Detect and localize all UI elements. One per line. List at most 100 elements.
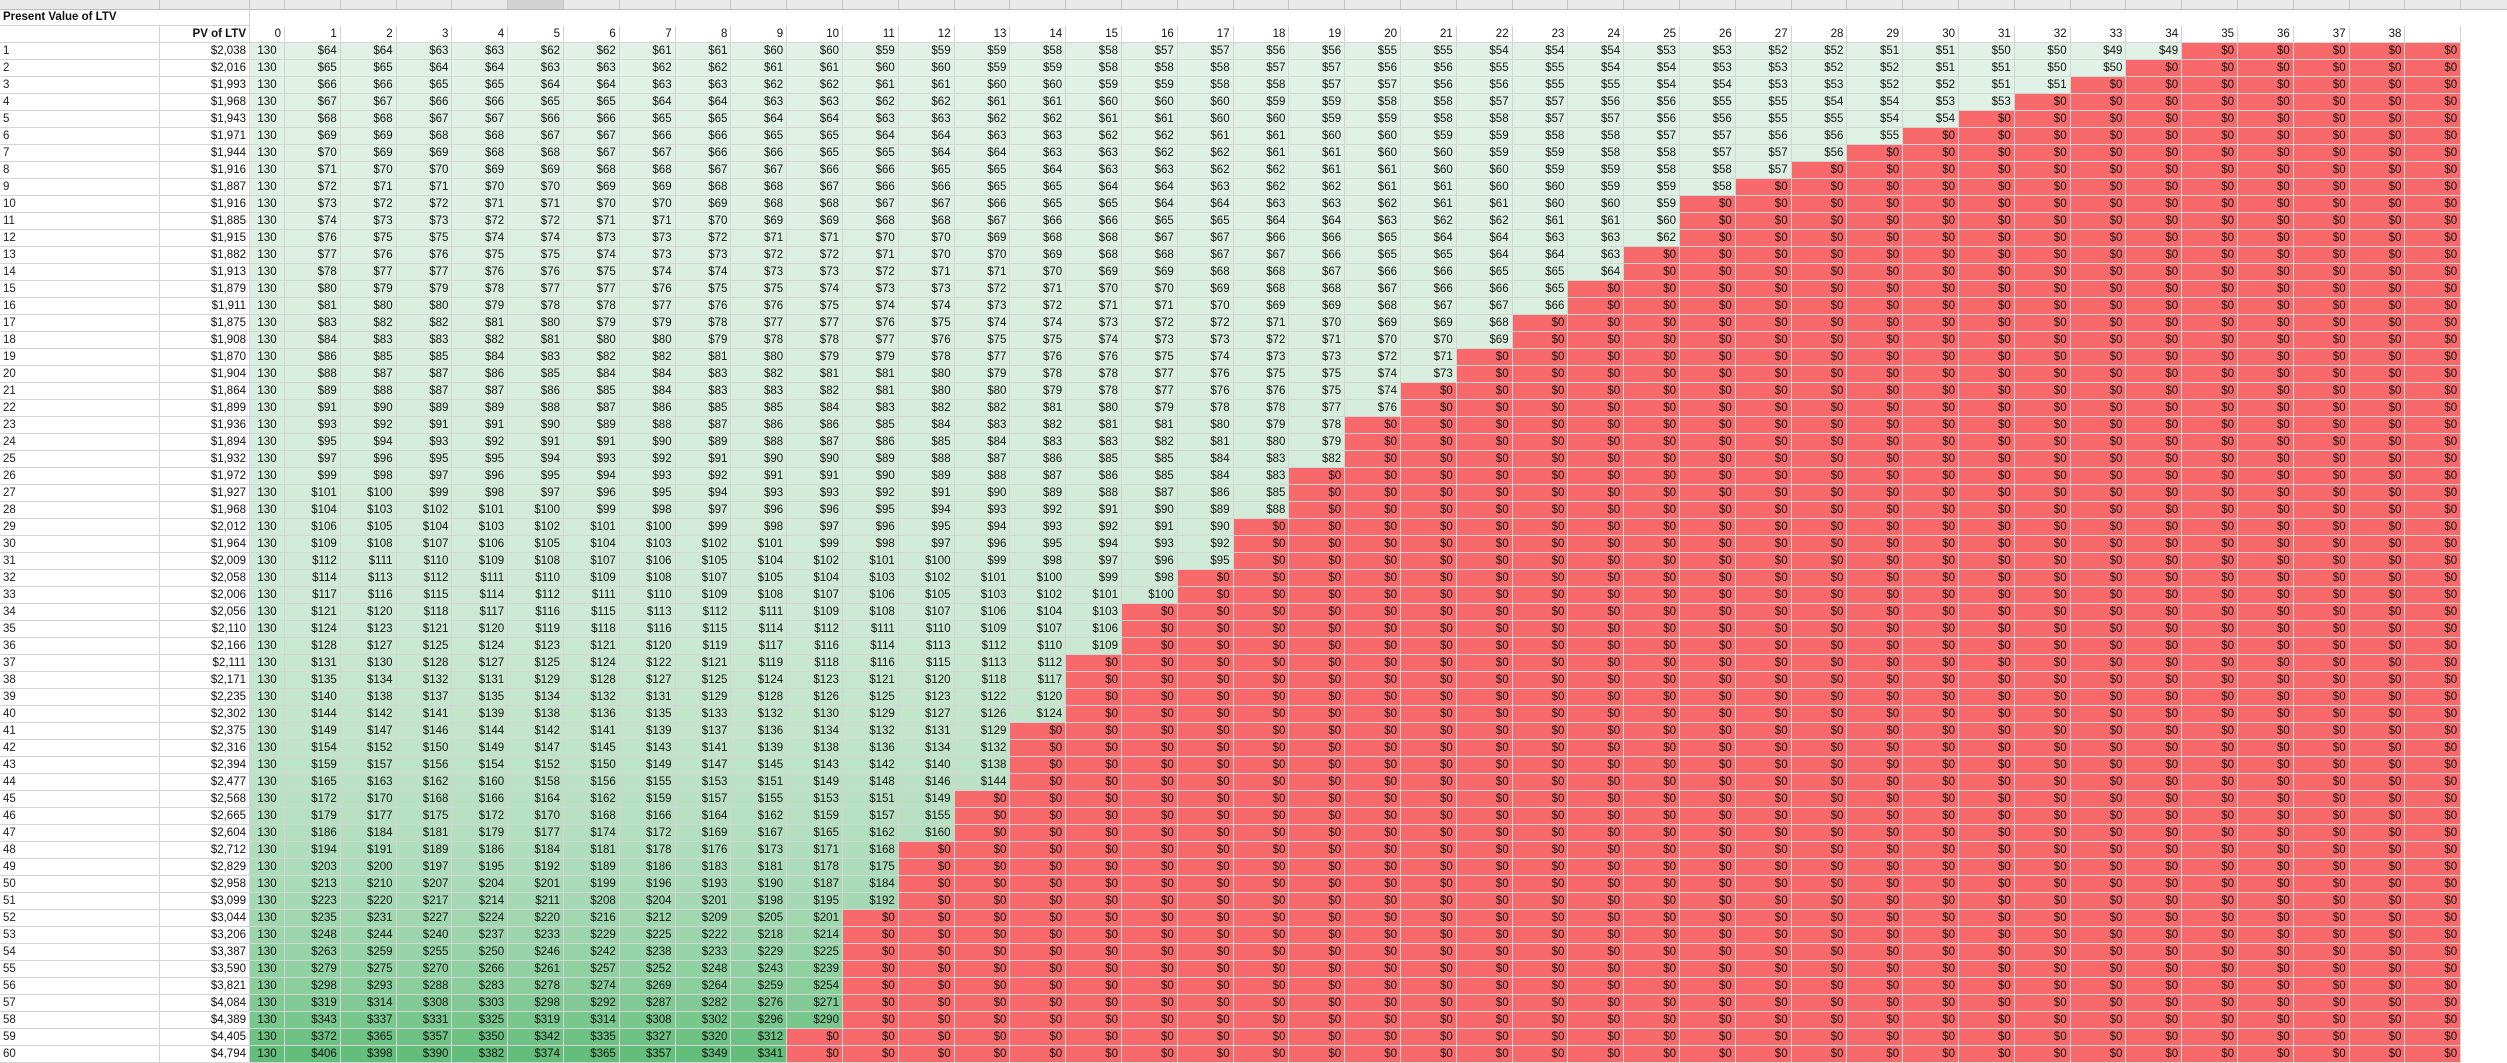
ltv-cell[interactable]: $59 bbox=[954, 60, 1011, 77]
base-value-cell[interactable]: 130 bbox=[250, 43, 285, 60]
ltv-cell[interactable]: $0 bbox=[2126, 247, 2183, 264]
ltv-cell[interactable]: $150 bbox=[564, 757, 620, 774]
ltv-cell[interactable]: $0 bbox=[954, 859, 1011, 876]
ltv-cell[interactable]: $62 bbox=[1010, 111, 1067, 128]
ltv-cell[interactable]: $0 bbox=[2293, 383, 2350, 400]
ltv-cell[interactable]: $0 bbox=[1177, 910, 1234, 927]
ltv-cell[interactable]: $103 bbox=[619, 536, 676, 553]
ltv-cell[interactable]: $177 bbox=[508, 825, 564, 842]
ltv-cell[interactable]: $0 bbox=[1568, 706, 1625, 723]
month-header[interactable]: 30 bbox=[1903, 26, 1959, 43]
row-number[interactable]: 53 bbox=[0, 927, 160, 944]
ltv-cell[interactable]: $97 bbox=[787, 519, 843, 536]
ltv-cell[interactable]: $78 bbox=[285, 264, 341, 281]
ltv-cell[interactable]: $0 bbox=[1401, 774, 1457, 791]
ltv-cell[interactable]: $58 bbox=[1568, 145, 1625, 162]
ltv-cell[interactable]: $103 bbox=[843, 570, 899, 587]
ltv-cell[interactable]: $86 bbox=[1177, 485, 1234, 502]
ltv-cell[interactable]: $227 bbox=[396, 910, 453, 927]
ltv-cell[interactable]: $0 bbox=[1680, 757, 1736, 774]
ltv-cell[interactable]: $0 bbox=[1456, 689, 1513, 706]
ltv-cell[interactable]: $0 bbox=[1345, 893, 1401, 910]
ltv-cell[interactable]: $57 bbox=[1568, 111, 1625, 128]
column-header[interactable] bbox=[1568, 0, 1625, 9]
ltv-cell[interactable]: $149 bbox=[787, 774, 843, 791]
row-number[interactable]: 45 bbox=[0, 791, 160, 808]
ltv-cell[interactable]: $112 bbox=[1010, 655, 1067, 672]
ltv-cell[interactable]: $0 bbox=[1345, 723, 1401, 740]
ltv-cell[interactable]: $0 bbox=[2238, 910, 2294, 927]
ltv-cell[interactable]: $141 bbox=[675, 740, 732, 757]
ltv-cell[interactable]: $104 bbox=[1010, 604, 1067, 621]
ltv-cell[interactable]: $0 bbox=[1791, 774, 1848, 791]
ltv-cell[interactable]: $0 bbox=[1903, 774, 1959, 791]
ltv-cell[interactable]: $63 bbox=[1010, 128, 1067, 145]
ltv-cell[interactable]: $0 bbox=[1959, 978, 2015, 995]
ltv-cell[interactable]: $0 bbox=[1847, 1012, 1904, 1029]
ltv-cell[interactable]: $50 bbox=[2070, 60, 2127, 77]
ltv-cell[interactable]: $0 bbox=[1903, 706, 1959, 723]
ltv-cell[interactable]: $55 bbox=[1735, 94, 1792, 111]
ltv-cell[interactable]: $107 bbox=[1010, 621, 1067, 638]
ltv-cell[interactable]: $254 bbox=[787, 978, 843, 995]
ltv-cell[interactable]: $77 bbox=[340, 264, 397, 281]
ltv-cell[interactable]: $0 bbox=[898, 978, 955, 995]
ltv-cell[interactable]: $64 bbox=[1568, 264, 1625, 281]
ltv-cell[interactable]: $0 bbox=[1903, 128, 1959, 145]
column-header[interactable] bbox=[1792, 0, 1848, 9]
ltv-cell[interactable]: $0 bbox=[2405, 672, 2462, 689]
month-header[interactable]: 11 bbox=[843, 26, 899, 43]
ltv-cell[interactable]: $57 bbox=[1289, 77, 1346, 94]
ltv-cell[interactable]: $224 bbox=[452, 910, 509, 927]
ltv-cell[interactable]: $78 bbox=[1177, 400, 1234, 417]
ltv-cell[interactable]: $0 bbox=[1903, 383, 1959, 400]
ltv-cell[interactable]: $0 bbox=[1456, 706, 1513, 723]
ltv-cell[interactable]: $0 bbox=[1959, 791, 2015, 808]
month-header[interactable]: 16 bbox=[1122, 26, 1178, 43]
ltv-cell[interactable]: $99 bbox=[564, 502, 620, 519]
ltv-cell[interactable]: $0 bbox=[2070, 842, 2127, 859]
ltv-cell[interactable]: $0 bbox=[1847, 570, 1904, 587]
ltv-cell[interactable]: $0 bbox=[1959, 536, 2015, 553]
ltv-cell[interactable]: $0 bbox=[1177, 944, 1234, 961]
ltv-cell[interactable]: $0 bbox=[2070, 315, 2127, 332]
ltv-cell[interactable]: $0 bbox=[1568, 332, 1625, 349]
ltv-cell[interactable]: $0 bbox=[1624, 995, 1680, 1012]
ltv-cell[interactable]: $0 bbox=[1345, 876, 1401, 893]
ltv-cell[interactable]: $0 bbox=[2293, 944, 2350, 961]
ltv-cell[interactable]: $0 bbox=[1568, 383, 1625, 400]
ltv-cell[interactable]: $0 bbox=[1791, 842, 1848, 859]
ltv-cell[interactable]: $58 bbox=[1066, 60, 1122, 77]
ltv-cell[interactable]: $89 bbox=[564, 417, 620, 434]
ltv-cell[interactable]: $0 bbox=[2405, 757, 2462, 774]
ltv-cell[interactable]: $0 bbox=[1401, 451, 1457, 468]
ltv-cell[interactable]: $0 bbox=[1791, 298, 1848, 315]
ltv-cell[interactable]: $83 bbox=[1010, 434, 1067, 451]
ltv-cell[interactable]: $70 bbox=[1345, 332, 1401, 349]
ltv-cell[interactable]: $0 bbox=[2293, 587, 2350, 604]
ltv-cell[interactable]: $129 bbox=[675, 689, 732, 706]
ltv-cell[interactable]: $0 bbox=[1791, 791, 1848, 808]
ltv-cell[interactable]: $57 bbox=[1233, 60, 1290, 77]
ltv-cell[interactable]: $0 bbox=[1903, 927, 1959, 944]
ltv-cell[interactable]: $0 bbox=[1345, 961, 1401, 978]
ltv-cell[interactable]: $287 bbox=[619, 995, 676, 1012]
ltv-cell[interactable]: $69 bbox=[564, 179, 620, 196]
ltv-cell[interactable]: $83 bbox=[1233, 451, 1290, 468]
ltv-cell[interactable]: $0 bbox=[2014, 383, 2071, 400]
ltv-cell[interactable]: $0 bbox=[1456, 944, 1513, 961]
ltv-cell[interactable]: $77 bbox=[1122, 383, 1178, 400]
ltv-cell[interactable]: $0 bbox=[2014, 893, 2071, 910]
ltv-cell[interactable]: $107 bbox=[675, 570, 732, 587]
ltv-cell[interactable]: $0 bbox=[1624, 706, 1680, 723]
ltv-cell[interactable]: $88 bbox=[619, 417, 676, 434]
ltv-cell[interactable]: $0 bbox=[2349, 43, 2406, 60]
ltv-cell[interactable]: $0 bbox=[1568, 893, 1625, 910]
ltv-cell[interactable]: $0 bbox=[2070, 672, 2127, 689]
ltv-cell[interactable]: $86 bbox=[452, 366, 509, 383]
ltv-cell[interactable]: $145 bbox=[731, 757, 788, 774]
ltv-cell[interactable]: $0 bbox=[2405, 978, 2462, 995]
ltv-cell[interactable]: $0 bbox=[1122, 791, 1178, 808]
row-number[interactable]: 25 bbox=[0, 451, 160, 468]
row-number[interactable]: 55 bbox=[0, 961, 160, 978]
